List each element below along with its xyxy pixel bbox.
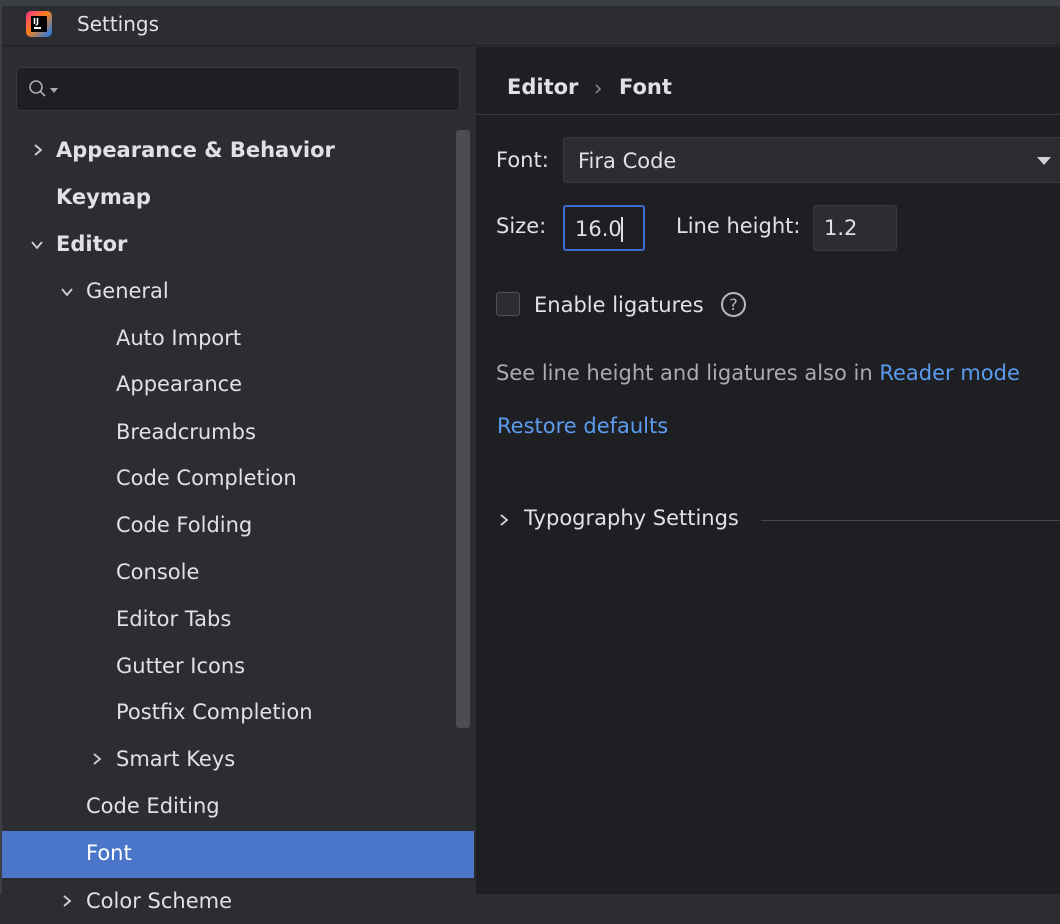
font-size-value: 16.0 xyxy=(575,217,622,241)
settings-sidebar: Appearance & Behavior Keymap Editor Gene… xyxy=(0,47,476,913)
sidebar-item-keymap[interactable]: Keymap xyxy=(56,174,151,220)
sidebar-item-postfix-completion[interactable]: Postfix Completion xyxy=(116,689,313,735)
breadcrumb: Editor Font xyxy=(476,47,1060,115)
sidebar-item-gutter-icons[interactable]: Gutter Icons xyxy=(116,643,245,689)
sidebar-item-console[interactable]: Console xyxy=(116,549,199,595)
search-options-chevron-icon[interactable] xyxy=(50,88,58,94)
sidebar-item-code-editing[interactable]: Code Editing xyxy=(86,783,220,829)
sidebar-item-editor-tabs[interactable]: Editor Tabs xyxy=(116,596,231,642)
settings-search-input[interactable] xyxy=(16,67,460,111)
sidebar-item-appearance[interactable]: Appearance xyxy=(116,361,242,407)
logo-text: IJ xyxy=(33,17,39,26)
breadcrumb-separator-icon xyxy=(595,84,602,94)
sidebar-item-smart-keys[interactable]: Smart Keys xyxy=(116,736,235,782)
size-label: Size: xyxy=(496,214,547,238)
restore-defaults-link[interactable]: Restore defaults xyxy=(497,414,668,438)
help-question-icon[interactable]: ? xyxy=(721,292,746,317)
sidebar-item-code-completion[interactable]: Code Completion xyxy=(116,455,297,501)
intellij-logo-icon: IJ xyxy=(26,11,52,37)
chevron-down-icon[interactable] xyxy=(30,238,44,252)
enable-ligatures-checkbox[interactable] xyxy=(496,292,520,316)
dropdown-arrow-icon xyxy=(1037,157,1051,165)
title-bar: IJ Settings xyxy=(0,0,1060,46)
chevron-right-icon[interactable] xyxy=(90,752,104,766)
settings-content: Editor Font Font: Fira Code Size: 16.0 L… xyxy=(476,47,1060,894)
sidebar-item-auto-import[interactable]: Auto Import xyxy=(116,315,241,361)
sidebar-item-breadcrumbs[interactable]: Breadcrumbs xyxy=(116,409,256,455)
chevron-right-icon[interactable] xyxy=(31,143,45,157)
font-select[interactable]: Fira Code xyxy=(563,137,1060,183)
sidebar-selection-highlight xyxy=(2,831,474,878)
chevron-down-icon[interactable] xyxy=(60,285,74,299)
text-caret xyxy=(621,217,623,242)
sidebar-item-color-scheme[interactable]: Color Scheme xyxy=(86,878,232,924)
font-size-input[interactable]: 16.0 xyxy=(563,205,645,251)
sidebar-scrollbar[interactable] xyxy=(456,130,470,728)
line-height-value: 1.2 xyxy=(824,216,858,240)
sidebar-item-appearance-behavior[interactable]: Appearance & Behavior xyxy=(56,127,335,173)
search-icon xyxy=(29,80,46,97)
section-divider xyxy=(761,520,1060,521)
line-height-input[interactable]: 1.2 xyxy=(813,205,897,251)
font-label: Font: xyxy=(496,148,549,172)
chevron-right-icon[interactable] xyxy=(497,513,511,527)
enable-ligatures-label[interactable]: Enable ligatures xyxy=(534,293,704,317)
reader-mode-note-text: See line height and ligatures also in xyxy=(496,361,880,385)
sidebar-item-font[interactable]: Font xyxy=(86,830,132,876)
breadcrumb-parent[interactable]: Editor xyxy=(507,75,578,99)
sidebar-item-general[interactable]: General xyxy=(86,268,169,314)
reader-mode-note: See line height and ligatures also in Re… xyxy=(496,361,1020,385)
sidebar-item-editor[interactable]: Editor xyxy=(56,221,127,267)
reader-mode-link[interactable]: Reader mode xyxy=(879,361,1020,385)
line-height-label: Line height: xyxy=(676,214,801,238)
chevron-right-icon[interactable] xyxy=(60,894,74,908)
sidebar-item-code-folding[interactable]: Code Folding xyxy=(116,502,252,548)
typography-settings-toggle[interactable]: Typography Settings xyxy=(524,506,739,530)
breadcrumb-current: Font xyxy=(619,75,672,99)
window-title: Settings xyxy=(77,12,160,36)
font-select-value: Fira Code xyxy=(578,149,677,173)
